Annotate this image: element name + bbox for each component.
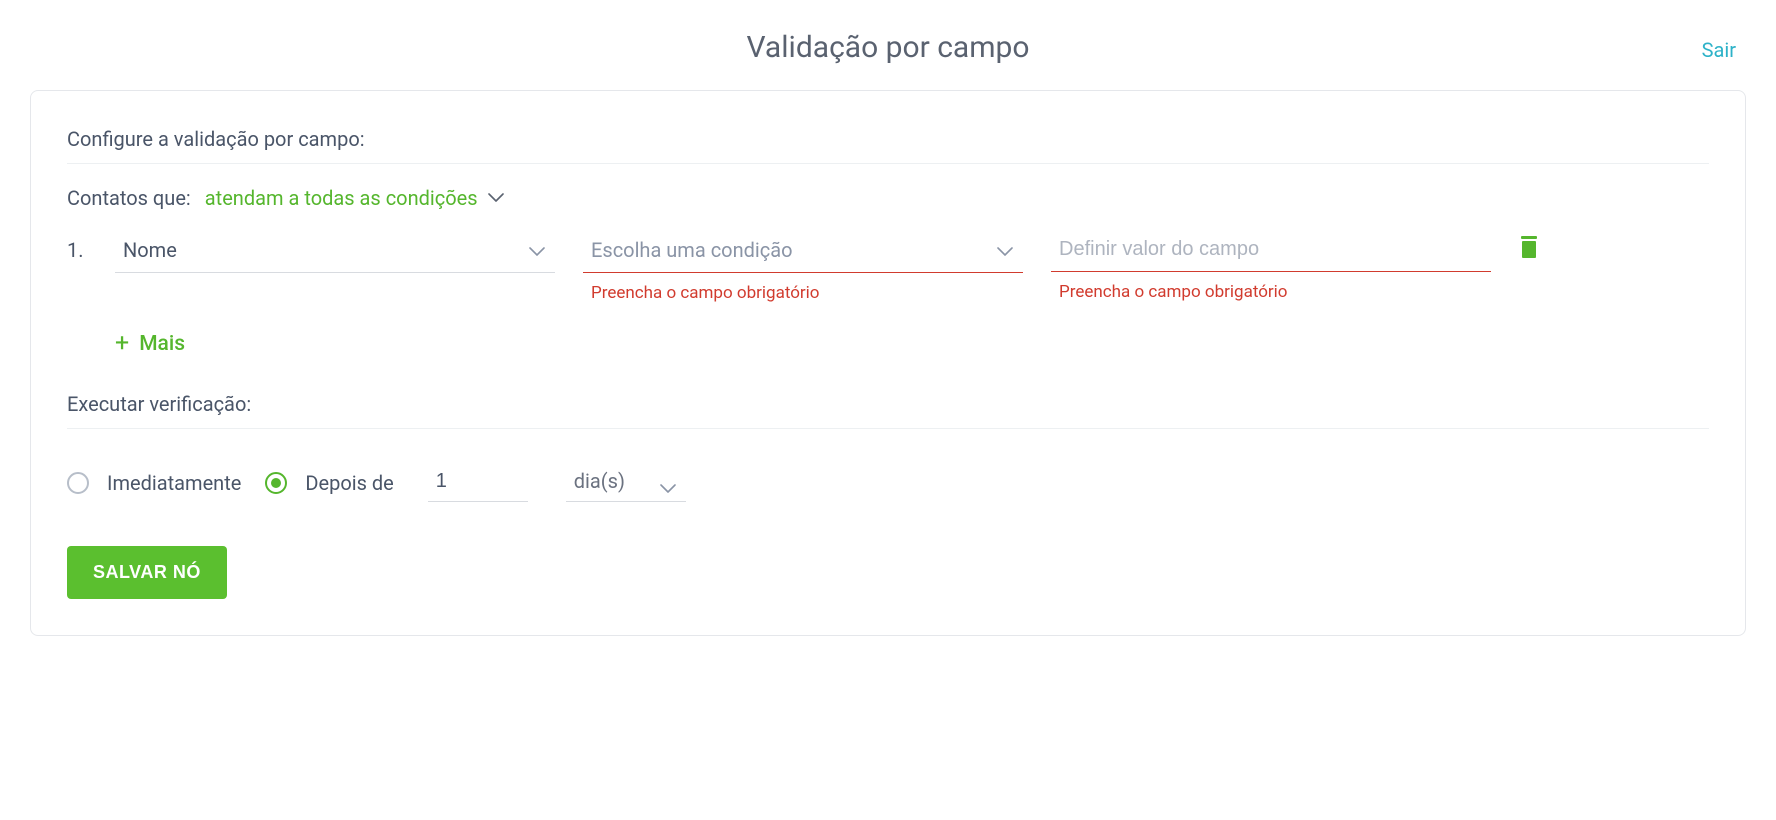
radio-dot-icon	[271, 478, 281, 488]
value-error: Preencha o campo obrigatório	[1051, 282, 1491, 302]
radio-after[interactable]	[265, 472, 287, 494]
field-select-value: Nome	[115, 230, 555, 273]
match-type-value: atendam a todas as condições	[205, 186, 478, 210]
radio-after-label: Depois de	[305, 471, 393, 495]
divider	[67, 428, 1709, 429]
exit-link[interactable]: Sair	[1702, 38, 1736, 62]
add-condition-label: Mais	[139, 332, 185, 356]
condition-select[interactable]: Escolha uma condição Preencha o campo ob…	[583, 230, 1023, 303]
field-select[interactable]: Nome	[115, 230, 555, 273]
row-index: 1.	[67, 230, 87, 262]
contacts-label: Contatos que:	[67, 186, 191, 210]
trash-icon	[1519, 243, 1539, 262]
condition-error: Preencha o campo obrigatório	[583, 283, 1023, 303]
radio-immediate[interactable]	[67, 472, 89, 494]
config-card: Configure a validação por campo: Contato…	[30, 90, 1746, 636]
delay-unit-select[interactable]: dia(s)	[566, 463, 686, 502]
delay-value-input[interactable]	[428, 464, 528, 502]
plus-icon: +	[115, 331, 129, 356]
delete-row-button[interactable]	[1519, 230, 1539, 262]
match-type-dropdown[interactable]: atendam a todas as condições	[205, 186, 504, 210]
add-condition-button[interactable]: + Mais	[115, 331, 185, 356]
condition-select-value: Escolha uma condição	[583, 230, 1023, 273]
value-input-wrap: Preencha o campo obrigatório	[1051, 230, 1491, 302]
delay-unit-value: dia(s)	[566, 463, 686, 502]
chevron-down-icon	[488, 193, 504, 203]
value-input[interactable]	[1051, 230, 1491, 272]
divider	[67, 163, 1709, 164]
config-section-label: Configure a validação por campo:	[67, 127, 1709, 151]
exec-section-label: Executar verificação:	[67, 392, 1709, 416]
save-button[interactable]: SALVAR NÓ	[67, 546, 227, 599]
radio-immediate-label: Imediatamente	[107, 471, 241, 495]
condition-row: 1. Nome Escolha uma condição Preencha o …	[67, 230, 1709, 303]
page-title: Validação por campo	[747, 30, 1030, 65]
